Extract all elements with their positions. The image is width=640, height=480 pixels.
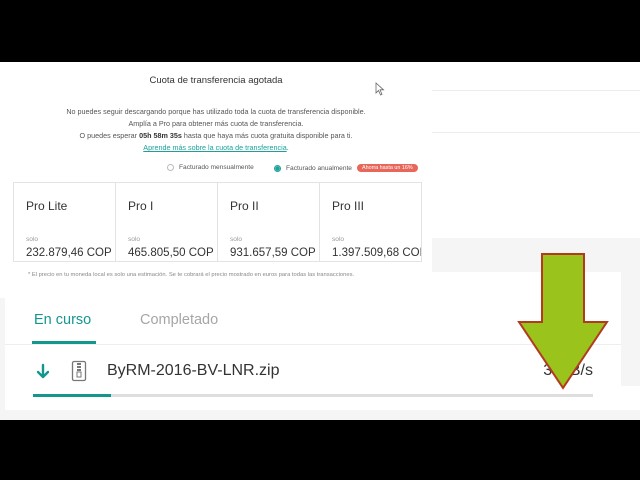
tab-in-progress[interactable]: En curso xyxy=(34,312,91,328)
plan-name: Pro II xyxy=(230,199,259,213)
quota-message-line-2: Amplía a Pro para obtener más cuota de t… xyxy=(128,119,304,128)
quota-dialog: Cuota de transferencia agotada No puedes… xyxy=(0,62,432,298)
plan-price: 232.879,46 COP xyxy=(26,247,112,259)
plan-card-pro-i[interactable]: Pro I solo 465.805,50 COP xyxy=(115,182,218,262)
plan-price: 1.397.509,68 COP xyxy=(332,247,422,259)
big-down-arrow-icon xyxy=(517,253,609,390)
dialog-title: Cuota de transferencia agotada xyxy=(149,75,283,86)
plans-row: Pro Lite solo 232.879,46 COP Pro I solo … xyxy=(13,182,425,262)
screen: Cuota de transferencia agotada No puedes… xyxy=(0,62,640,420)
quota-message-line-4: Aprende más sobre la cuota de transferen… xyxy=(143,143,289,152)
learn-more-link[interactable]: Aprende más sobre la cuota de transferen… xyxy=(143,143,286,152)
monthly-label: Facturado mensualmente xyxy=(179,164,254,171)
plan-card-pro-lite[interactable]: Pro Lite solo 232.879,46 COP xyxy=(13,182,116,262)
yearly-label: Facturado anualmente xyxy=(286,164,352,172)
bg-footer xyxy=(0,410,640,420)
bg-divider xyxy=(432,132,640,133)
plan-card-pro-ii[interactable]: Pro II solo 931.657,59 COP xyxy=(217,182,320,262)
savings-badge: Ahorra hasta un 16% xyxy=(356,164,418,172)
download-arrow-icon xyxy=(36,363,50,379)
price-disclaimer: * El precio en tu moneda local es solo u… xyxy=(28,272,355,278)
yearly-radio[interactable] xyxy=(274,164,281,172)
bg-edge xyxy=(621,256,640,386)
quota-message-line-1: No puedes seguir descargando porque has … xyxy=(66,107,366,116)
plan-solo-label: solo xyxy=(332,236,345,243)
plan-name: Pro I xyxy=(128,199,154,213)
tab-completed[interactable]: Completado xyxy=(140,312,218,328)
plan-name: Pro III xyxy=(332,199,365,213)
monthly-radio[interactable] xyxy=(167,164,174,171)
zip-file-icon xyxy=(71,360,87,382)
transfer-progress-fill xyxy=(33,394,112,397)
plan-name: Pro Lite xyxy=(26,199,68,213)
mouse-pointer-icon xyxy=(375,82,385,96)
bg-divider xyxy=(432,90,640,91)
plan-solo-label: solo xyxy=(230,236,243,243)
plan-price: 931.657,59 COP xyxy=(230,247,316,259)
plan-solo-label: solo xyxy=(128,236,141,243)
countdown-timer: 05h 58m 35s xyxy=(139,131,182,140)
quota-message-line-3: O puedes esperar 05h 58m 35s hasta que h… xyxy=(79,131,353,140)
transfer-progress-bar xyxy=(33,394,593,397)
billing-yearly-option[interactable]: Facturado anualmente Ahorra hasta un 16% xyxy=(274,164,418,172)
plan-solo-label: solo xyxy=(26,236,39,243)
transfer-file-name: ByRM-2016-BV-LNR.zip xyxy=(107,362,280,379)
billing-monthly-option[interactable]: Facturado mensualmente xyxy=(167,164,254,171)
plan-price: 465.805,50 COP xyxy=(128,247,214,259)
plan-card-pro-iii[interactable]: Pro III solo 1.397.509,68 COP xyxy=(319,182,422,262)
